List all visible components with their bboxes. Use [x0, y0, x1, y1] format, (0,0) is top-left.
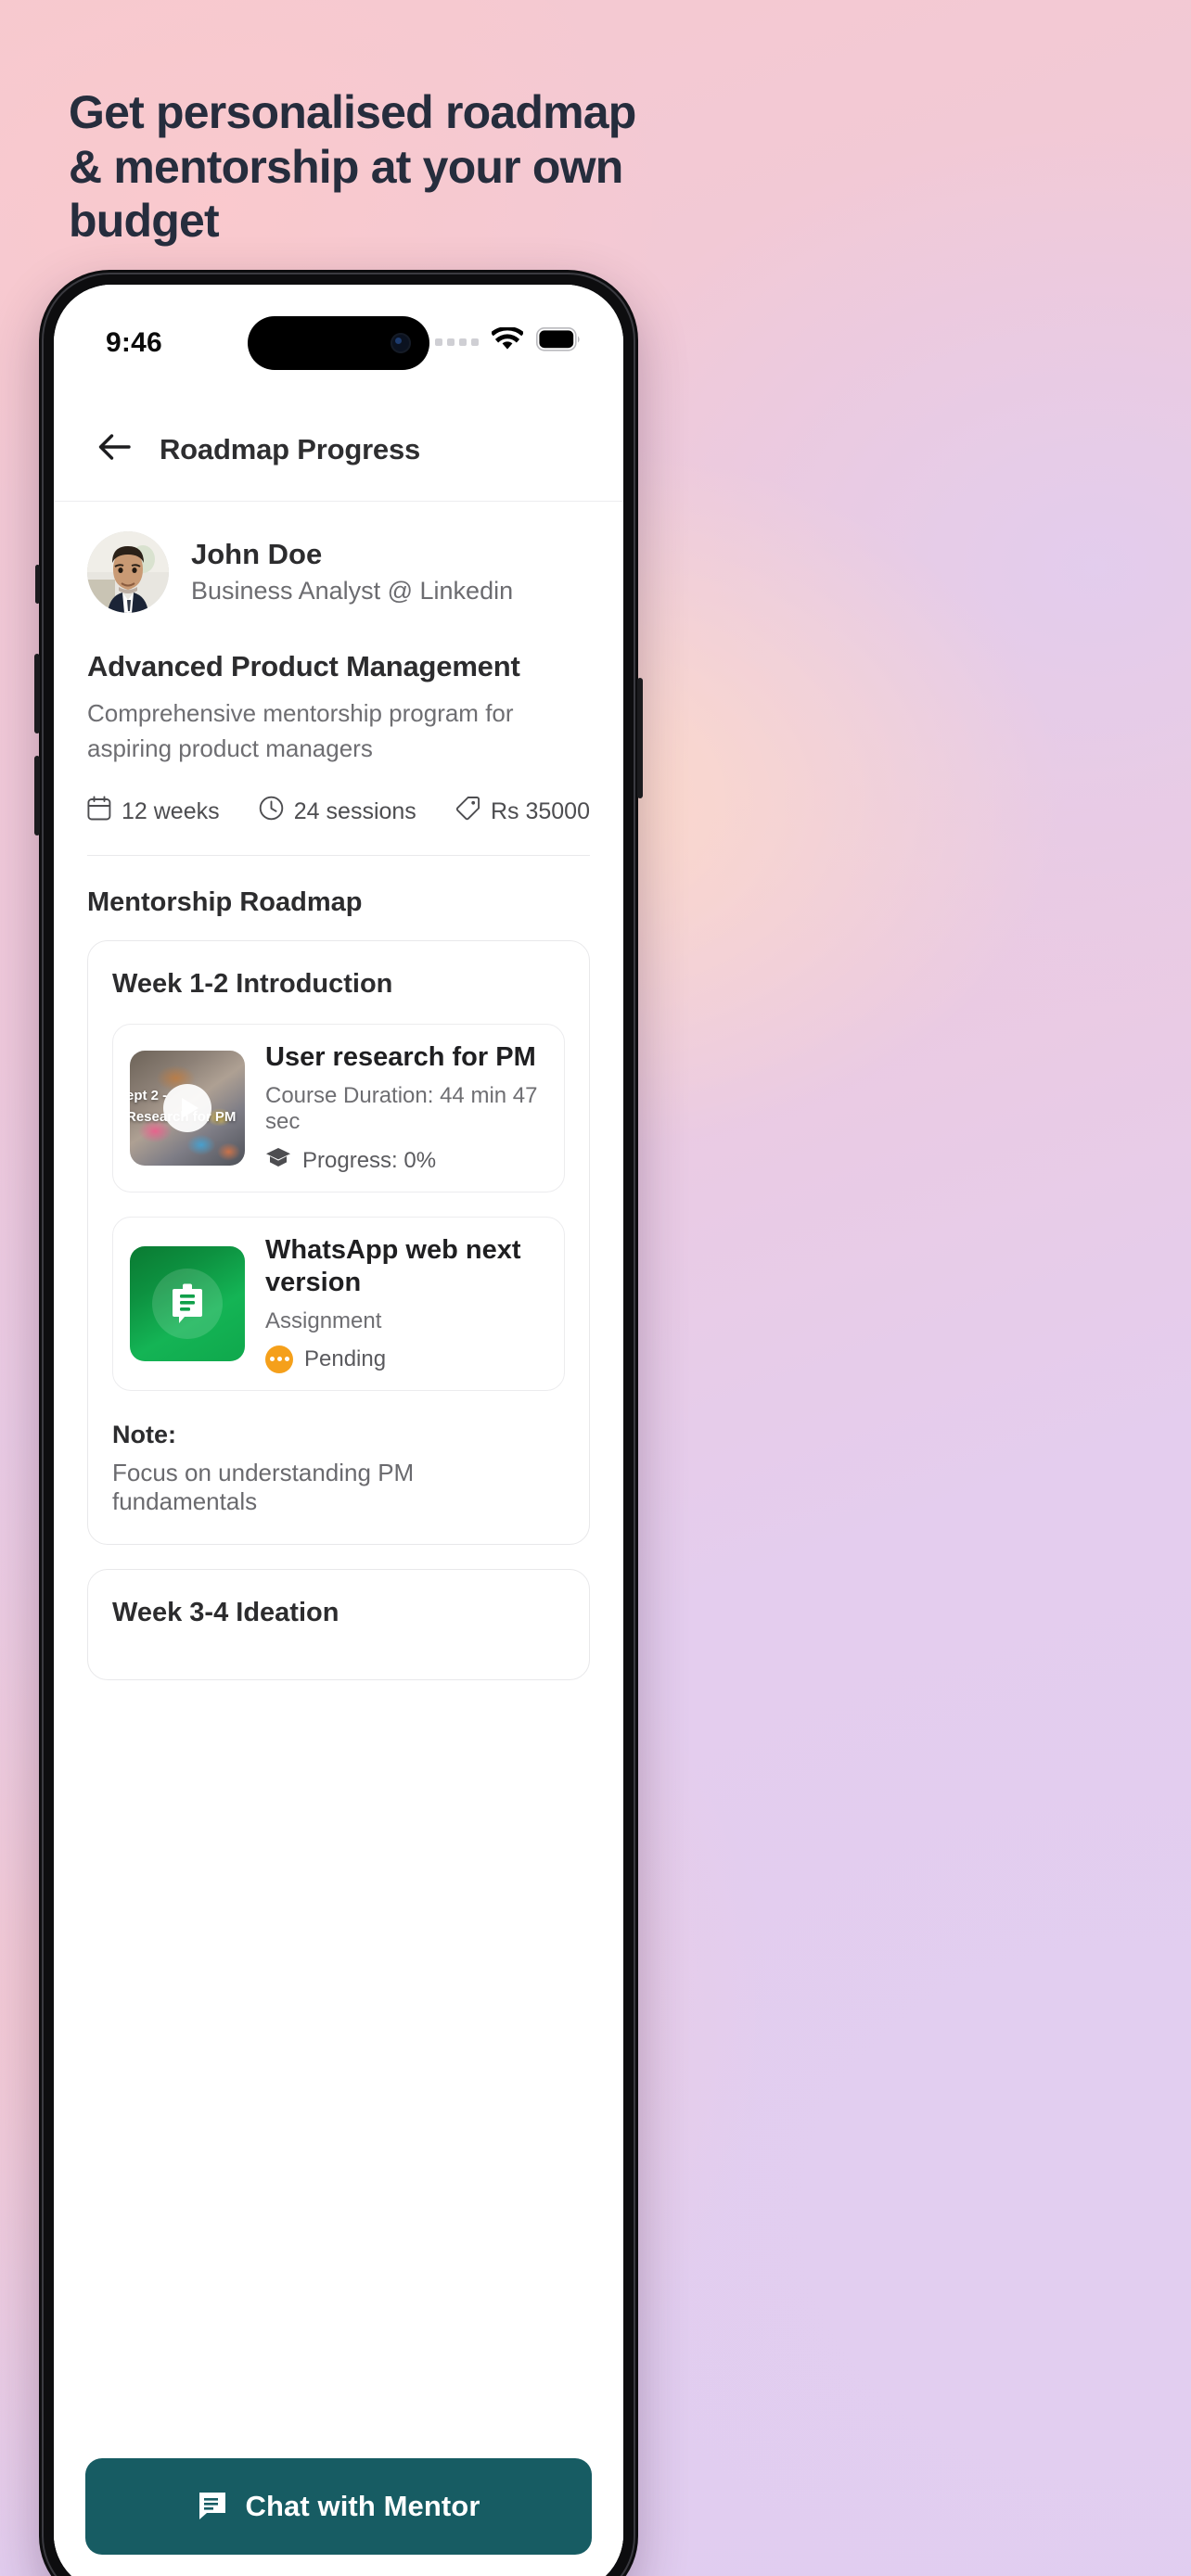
video-item-progress: Progress: 0% — [265, 1146, 547, 1175]
front-camera-icon — [391, 333, 411, 353]
play-button[interactable] — [163, 1084, 211, 1133]
status-icons — [435, 325, 581, 356]
bottom-action-bar: Chat with Mentor — [54, 2438, 623, 2576]
mentor-name: John Doe — [191, 538, 323, 571]
pending-dots-icon — [265, 1345, 293, 1373]
graduation-cap-icon — [265, 1146, 291, 1175]
arrow-left-icon — [96, 433, 132, 465]
phone-screen: 9:46 Roadmap Progress John Doe Business … — [54, 285, 623, 2576]
roadmap-section-title: Mentorship Roadmap — [87, 887, 363, 918]
assignment-thumbnail[interactable] — [130, 1245, 245, 1361]
clipboard-icon — [152, 1268, 223, 1339]
silent-switch[interactable] — [35, 565, 40, 604]
signal-dots-icon — [435, 338, 479, 346]
assignment-item-status: Pending — [265, 1345, 547, 1373]
meta-sessions-label: 24 sessions — [293, 797, 416, 824]
meta-price: Rs 35000 — [455, 796, 590, 827]
mentor-role: Business Analyst @ Linkedin — [191, 576, 514, 605]
meta-duration-label: 12 weeks — [122, 797, 220, 824]
mentor-profile[interactable]: John Doe Business Analyst @ Linkedin — [87, 502, 590, 618]
course-title: Advanced Product Management — [87, 650, 520, 682]
status-time: 9:46 — [106, 327, 162, 358]
meta-price-label: Rs 35000 — [490, 797, 590, 824]
week-card-next[interactable]: Week 3-4 Ideation — [87, 1568, 590, 1680]
app-bar: Roadmap Progress — [54, 398, 623, 502]
scroll-content[interactable]: John Doe Business Analyst @ Linkedin Adv… — [54, 502, 623, 2576]
chat-with-mentor-label: Chat with Mentor — [245, 2490, 480, 2522]
week-card[interactable]: Week 1-2 Introduction ept 2 - Research f… — [87, 940, 590, 1545]
calendar-icon — [87, 796, 111, 827]
week-title: Week 1-2 Introduction — [112, 969, 393, 1000]
video-item-title: User research for PM — [265, 1042, 536, 1073]
page-title: Roadmap Progress — [160, 432, 421, 465]
course-meta-row: 12 weeks 24 sessions Rs 35000 — [87, 796, 590, 857]
meta-sessions: 24 sessions — [259, 796, 416, 827]
battery-icon — [536, 327, 581, 356]
status-bar: 9:46 — [54, 285, 623, 398]
power-button[interactable] — [637, 678, 643, 798]
phone-frame: 9:46 Roadmap Progress John Doe Business … — [34, 270, 643, 2576]
week-note: Note: Focus on understanding PM fundamen… — [112, 1421, 565, 1516]
course-description: Comprehensive mentorship program for asp… — [87, 699, 514, 762]
note-text: Focus on understanding PM fundamentals — [112, 1458, 415, 1515]
clock-icon — [259, 796, 284, 827]
avatar-photo — [87, 531, 169, 613]
tag-icon — [455, 796, 480, 827]
avatar — [87, 531, 169, 613]
assignment-status-label: Pending — [304, 1345, 387, 1371]
video-item-progress-label: Progress: 0% — [302, 1147, 437, 1173]
note-label: Note: — [112, 1420, 176, 1448]
volume-up-button[interactable] — [34, 654, 40, 733]
roadmap-item-video[interactable]: ept 2 - Research for PM User research fo… — [112, 1024, 565, 1193]
wifi-icon — [490, 325, 525, 356]
dynamic-island — [248, 316, 429, 370]
video-item-duration: Course Duration: 44 min 47 sec — [265, 1083, 538, 1135]
back-button[interactable] — [93, 428, 135, 471]
promo-headline: Get personalised roadmap & mentorship at… — [69, 86, 636, 247]
meta-duration: 12 weeks — [87, 796, 220, 827]
next-week-title: Week 3-4 Ideation — [112, 1597, 339, 1627]
chat-with-mentor-button[interactable]: Chat with Mentor — [85, 2458, 592, 2555]
volume-down-button[interactable] — [34, 756, 40, 835]
chat-icon — [197, 2489, 228, 2525]
video-thumbnail[interactable]: ept 2 - Research for PM — [130, 1051, 245, 1167]
assignment-item-title: WhatsApp web next version — [265, 1235, 521, 1297]
assignment-item-type: Assignment — [265, 1307, 382, 1333]
promo-background: Get personalised roadmap & mentorship at… — [0, 0, 1191, 2576]
roadmap-item-assignment[interactable]: WhatsApp web next version Assignment Pen… — [112, 1217, 565, 1391]
play-icon — [181, 1098, 198, 1119]
